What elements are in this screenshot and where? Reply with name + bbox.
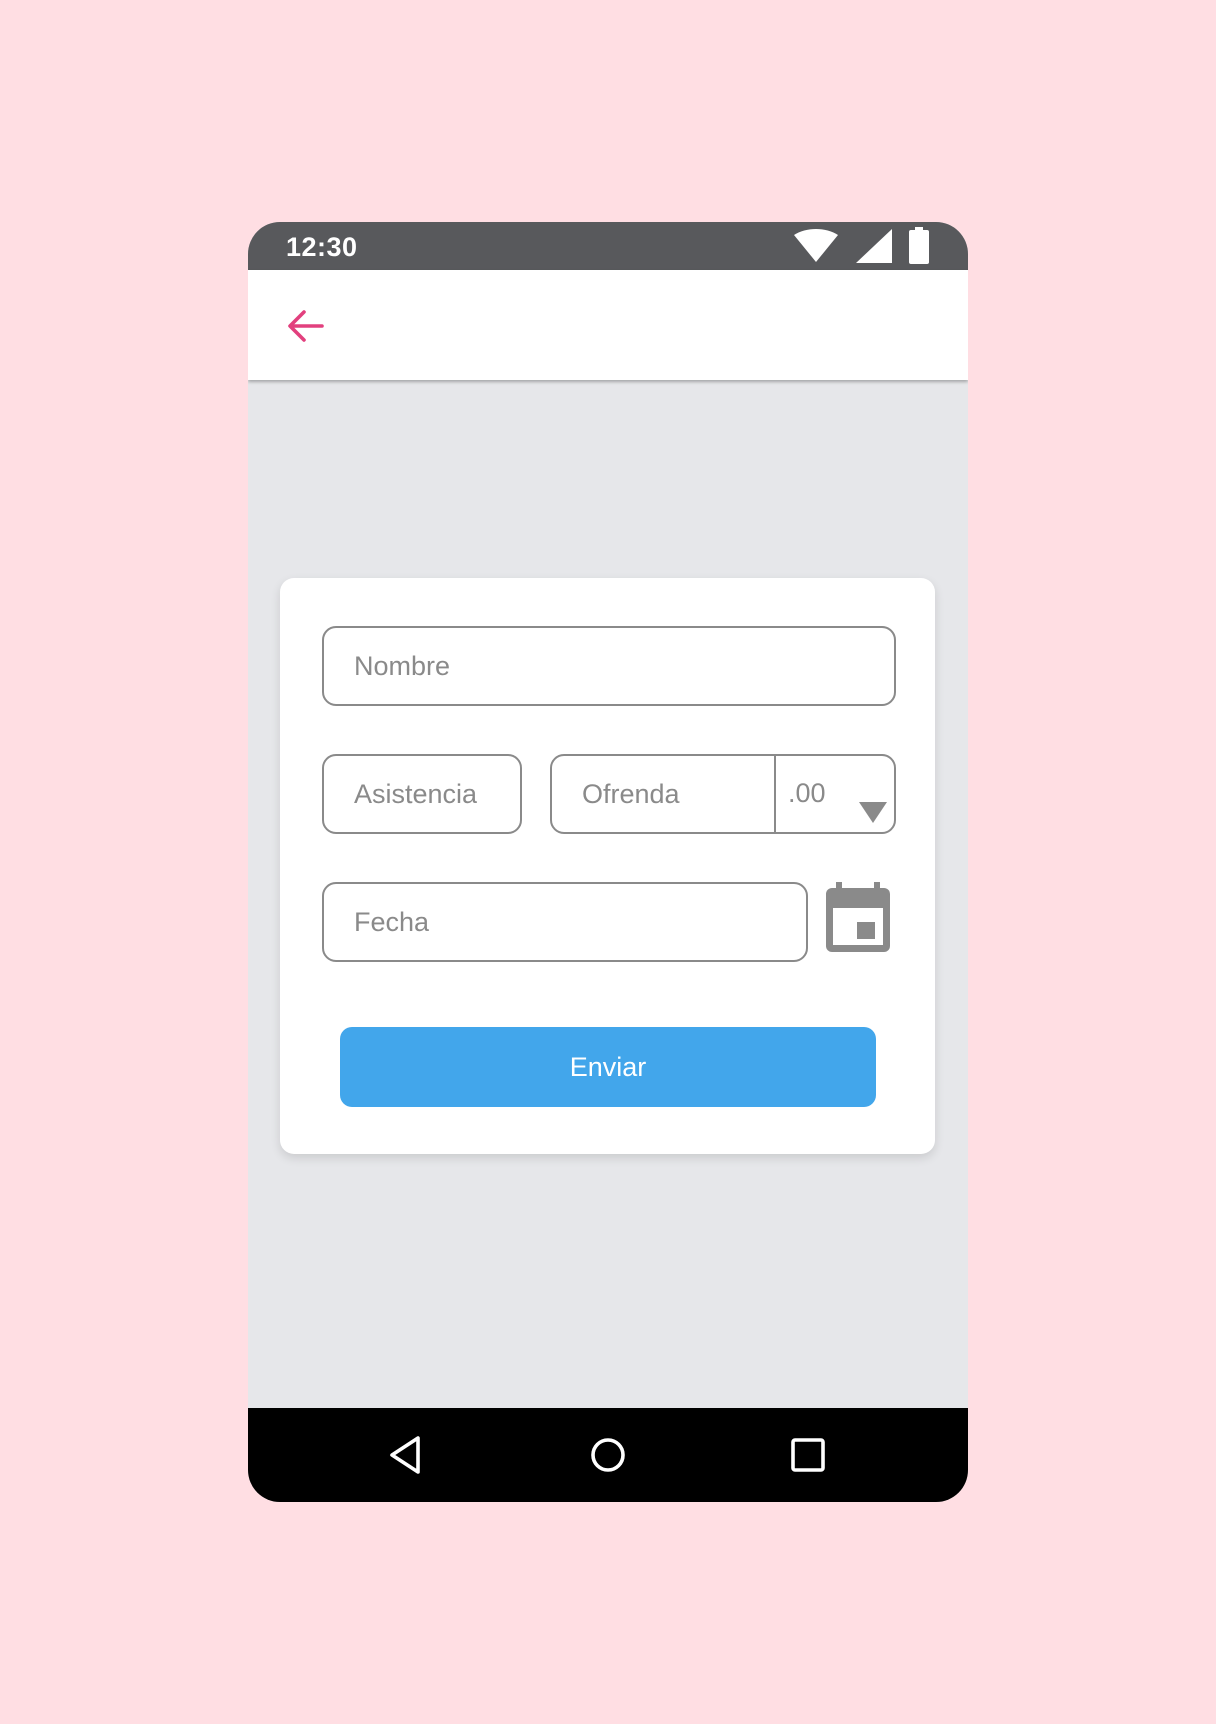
status-bar: 12:30	[248, 222, 968, 270]
content-area: .00	[248, 380, 968, 1408]
battery-icon	[908, 227, 930, 265]
calendar-icon	[824, 882, 892, 954]
navigation-bar	[248, 1408, 968, 1502]
nombre-input[interactable]	[324, 628, 894, 704]
fecha-field	[322, 882, 808, 962]
ofrenda-field: .00	[550, 754, 896, 834]
signal-icon	[854, 228, 894, 264]
caret-down-icon	[858, 800, 888, 824]
asistencia-input[interactable]	[324, 756, 520, 832]
nav-recents-button[interactable]	[784, 1431, 832, 1479]
nav-back-icon	[384, 1431, 432, 1479]
wifi-icon	[792, 228, 840, 264]
decimal-value: .00	[788, 778, 826, 808]
form-card: .00	[280, 578, 935, 1154]
arrow-left-icon	[284, 304, 328, 348]
calendar-button[interactable]	[824, 882, 892, 954]
nav-back-button[interactable]	[384, 1431, 432, 1479]
status-time: 12:30	[286, 232, 358, 262]
nav-home-icon	[584, 1431, 632, 1479]
app-bar	[248, 270, 968, 380]
decimal-select[interactable]: .00	[774, 756, 896, 832]
enviar-button[interactable]: Enviar	[340, 1027, 876, 1107]
status-icons	[792, 227, 930, 265]
nombre-field	[322, 626, 896, 706]
ofrenda-input[interactable]	[552, 756, 774, 832]
back-button[interactable]	[284, 304, 328, 348]
asistencia-field	[322, 754, 522, 834]
fecha-input[interactable]	[324, 884, 806, 960]
nav-home-button[interactable]	[584, 1431, 632, 1479]
phone-frame: 12:30 Nombre Asistencia Ofrenda .00 Fech…	[248, 222, 968, 1502]
nav-recents-icon	[784, 1431, 832, 1479]
